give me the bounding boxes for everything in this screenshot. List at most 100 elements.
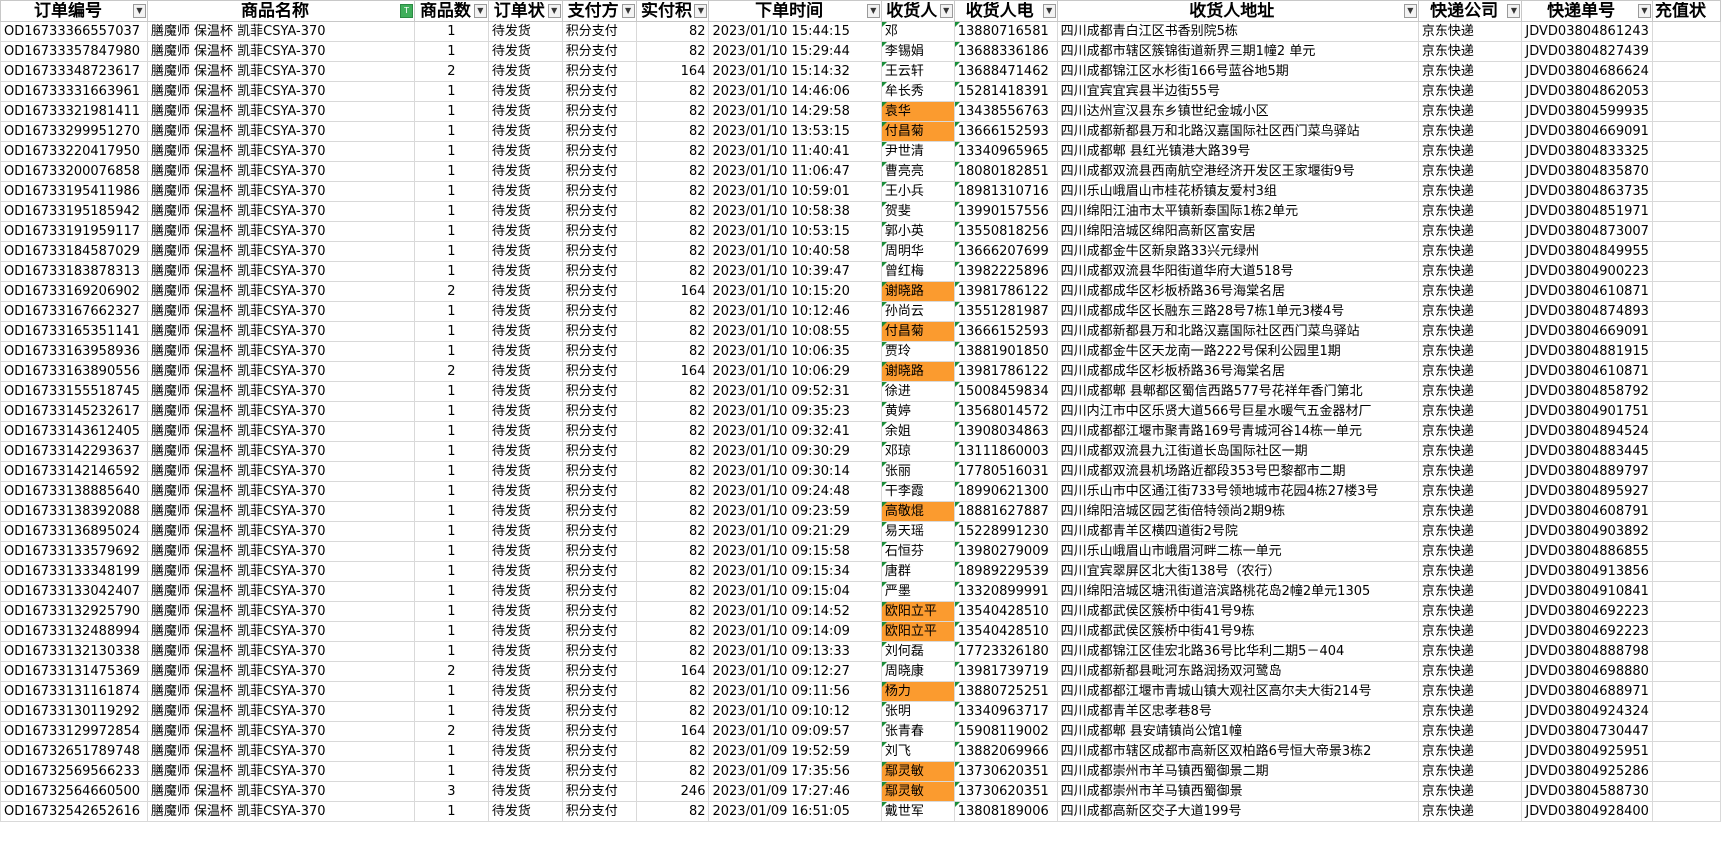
cell-product-name[interactable]: 膳魔师 保温杯 凯菲CSYA-370: [146, 261, 416, 282]
cell-recipient[interactable]: 牟长秀: [880, 81, 955, 102]
cell-payment-method[interactable]: 积分支付: [561, 581, 637, 602]
cell-order-time[interactable]: 2023/01/10 10:06:35: [708, 341, 882, 362]
cell-product-name[interactable]: 膳魔师 保温杯 凯菲CSYA-370: [146, 541, 416, 562]
cell-recipient-phone[interactable]: 18989229539: [953, 561, 1058, 582]
cell-recipient[interactable]: 黄婷: [880, 401, 955, 422]
cell-recipient-phone[interactable]: 13540428510: [953, 601, 1058, 622]
cell-quantity[interactable]: 1: [414, 701, 489, 722]
cell-recharge-status[interactable]: [1651, 121, 1721, 142]
filter-dropdown-icon[interactable]: ▼: [1042, 4, 1056, 18]
cell-recharge-status[interactable]: [1651, 461, 1721, 482]
cell-recipient-phone[interactable]: 13340963717: [953, 701, 1058, 722]
cell-recharge-status[interactable]: [1651, 141, 1721, 162]
cell-recipient[interactable]: 张丽: [880, 461, 955, 482]
cell-recipient[interactable]: 王小兵: [880, 181, 955, 202]
cell-recharge-status[interactable]: [1651, 801, 1721, 822]
cell-recipient-phone[interactable]: 17780516031: [953, 461, 1058, 482]
cell-product-name[interactable]: 膳魔师 保温杯 凯菲CSYA-370: [146, 61, 416, 82]
cell-product-name[interactable]: 膳魔师 保温杯 凯菲CSYA-370: [146, 801, 416, 822]
cell-courier[interactable]: 京东快递: [1417, 661, 1523, 682]
cell-order-id[interactable]: OD16732651789748: [0, 741, 148, 762]
cell-tracking-number[interactable]: JDVD03804925286: [1521, 761, 1653, 782]
cell-tracking-number[interactable]: JDVD03804913856: [1521, 561, 1653, 582]
header-quantity[interactable]: 商品数 ▼: [414, 0, 489, 22]
cell-product-name[interactable]: 膳魔师 保温杯 凯菲CSYA-370: [146, 101, 416, 122]
cell-product-name[interactable]: 膳魔师 保温杯 凯菲CSYA-370: [146, 781, 416, 802]
cell-order-status[interactable]: 待发货: [487, 501, 563, 522]
cell-recipient-phone[interactable]: 13981786122: [953, 361, 1058, 382]
cell-points-paid[interactable]: 164: [635, 721, 710, 742]
cell-points-paid[interactable]: 82: [635, 341, 710, 362]
cell-tracking-number[interactable]: JDVD03804863735: [1521, 181, 1653, 202]
cell-order-time[interactable]: 2023/01/10 14:46:06: [708, 81, 882, 102]
header-recharge-status[interactable]: 充值状: [1651, 0, 1721, 22]
cell-recipient[interactable]: 欧阳立平: [880, 621, 955, 642]
header-recipient-phone[interactable]: 收货人电 ▼: [953, 0, 1058, 22]
cell-recipient[interactable]: 鄢灵敏: [880, 781, 955, 802]
cell-payment-method[interactable]: 积分支付: [561, 61, 637, 82]
cell-product-name[interactable]: 膳魔师 保温杯 凯菲CSYA-370: [146, 581, 416, 602]
filter-dropdown-icon[interactable]: ▼: [621, 4, 635, 18]
cell-payment-method[interactable]: 积分支付: [561, 121, 637, 142]
cell-courier[interactable]: 京东快递: [1417, 601, 1523, 622]
cell-payment-method[interactable]: 积分支付: [561, 361, 637, 382]
cell-order-id[interactable]: OD16733357847980: [0, 41, 148, 62]
cell-order-id[interactable]: OD16733184587029: [0, 241, 148, 262]
cell-recipient-address[interactable]: 四川成都崇州市羊马镇西蜀御景: [1056, 781, 1419, 802]
cell-points-paid[interactable]: 82: [635, 81, 710, 102]
cell-product-name[interactable]: 膳魔师 保温杯 凯菲CSYA-370: [146, 21, 416, 42]
cell-courier[interactable]: 京东快递: [1417, 641, 1523, 662]
cell-quantity[interactable]: 3: [414, 781, 489, 802]
cell-recipient-phone[interactable]: 13880725251: [953, 681, 1058, 702]
cell-recipient-address[interactable]: 四川绵阳涪城区塘汛街道涪滨路桃花岛2幢2单元1305: [1056, 581, 1419, 602]
cell-points-paid[interactable]: 246: [635, 781, 710, 802]
cell-order-id[interactable]: OD16733132130338: [0, 641, 148, 662]
cell-order-id[interactable]: OD16733131161874: [0, 681, 148, 702]
cell-payment-method[interactable]: 积分支付: [561, 701, 637, 722]
cell-quantity[interactable]: 1: [414, 521, 489, 542]
cell-recipient[interactable]: 贺斐: [880, 201, 955, 222]
cell-order-status[interactable]: 待发货: [487, 341, 563, 362]
cell-points-paid[interactable]: 82: [635, 461, 710, 482]
cell-payment-method[interactable]: 积分支付: [561, 781, 637, 802]
filter-dropdown-icon[interactable]: ▼: [866, 4, 880, 18]
cell-quantity[interactable]: 1: [414, 541, 489, 562]
cell-recipient-phone[interactable]: 13666152593: [953, 321, 1058, 342]
cell-courier[interactable]: 京东快递: [1417, 361, 1523, 382]
cell-courier[interactable]: 京东快递: [1417, 181, 1523, 202]
cell-order-status[interactable]: 待发货: [487, 521, 563, 542]
cell-order-time[interactable]: 2023/01/10 15:29:44: [708, 41, 882, 62]
cell-order-id[interactable]: OD16733169206902: [0, 281, 148, 302]
cell-order-time[interactable]: 2023/01/10 09:09:57: [708, 721, 882, 742]
cell-recharge-status[interactable]: [1651, 521, 1721, 542]
cell-courier[interactable]: 京东快递: [1417, 161, 1523, 182]
cell-product-name[interactable]: 膳魔师 保温杯 凯菲CSYA-370: [146, 221, 416, 242]
filter-dropdown-icon[interactable]: ▼: [132, 4, 146, 18]
header-tracking-number[interactable]: 快递单号 ▼: [1521, 0, 1653, 22]
cell-tracking-number[interactable]: JDVD03804858792: [1521, 381, 1653, 402]
cell-courier[interactable]: 京东快递: [1417, 761, 1523, 782]
cell-order-status[interactable]: 待发货: [487, 481, 563, 502]
cell-tracking-number[interactable]: JDVD03804851971: [1521, 201, 1653, 222]
cell-recipient-phone[interactable]: 15908119002: [953, 721, 1058, 742]
filter-dropdown-icon[interactable]: ▼: [1403, 4, 1417, 18]
cell-recipient-address[interactable]: 四川成都郫 县郫都区蜀信西路577号花祥年香门第北: [1056, 381, 1419, 402]
cell-tracking-number[interactable]: JDVD03804895927: [1521, 481, 1653, 502]
header-order-status[interactable]: 订单状 ▼: [487, 0, 563, 22]
cell-recipient[interactable]: 杨力: [880, 681, 955, 702]
cell-order-time[interactable]: 2023/01/09 17:35:56: [708, 761, 882, 782]
cell-order-status[interactable]: 待发货: [487, 741, 563, 762]
cell-points-paid[interactable]: 82: [635, 421, 710, 442]
cell-recharge-status[interactable]: [1651, 261, 1721, 282]
cell-order-status[interactable]: 待发货: [487, 621, 563, 642]
cell-quantity[interactable]: 1: [414, 441, 489, 462]
cell-order-status[interactable]: 待发货: [487, 401, 563, 422]
cell-order-time[interactable]: 2023/01/10 10:39:47: [708, 261, 882, 282]
cell-recipient-address[interactable]: 四川成都都江堰市聚青路169号青城河谷14栋一单元: [1056, 421, 1419, 442]
cell-payment-method[interactable]: 积分支付: [561, 181, 637, 202]
cell-recharge-status[interactable]: [1651, 301, 1721, 322]
cell-order-status[interactable]: 待发货: [487, 461, 563, 482]
cell-recipient-phone[interactable]: 13808189006: [953, 801, 1058, 822]
cell-payment-method[interactable]: 积分支付: [561, 21, 637, 42]
cell-recipient-phone[interactable]: 15281418391: [953, 81, 1058, 102]
